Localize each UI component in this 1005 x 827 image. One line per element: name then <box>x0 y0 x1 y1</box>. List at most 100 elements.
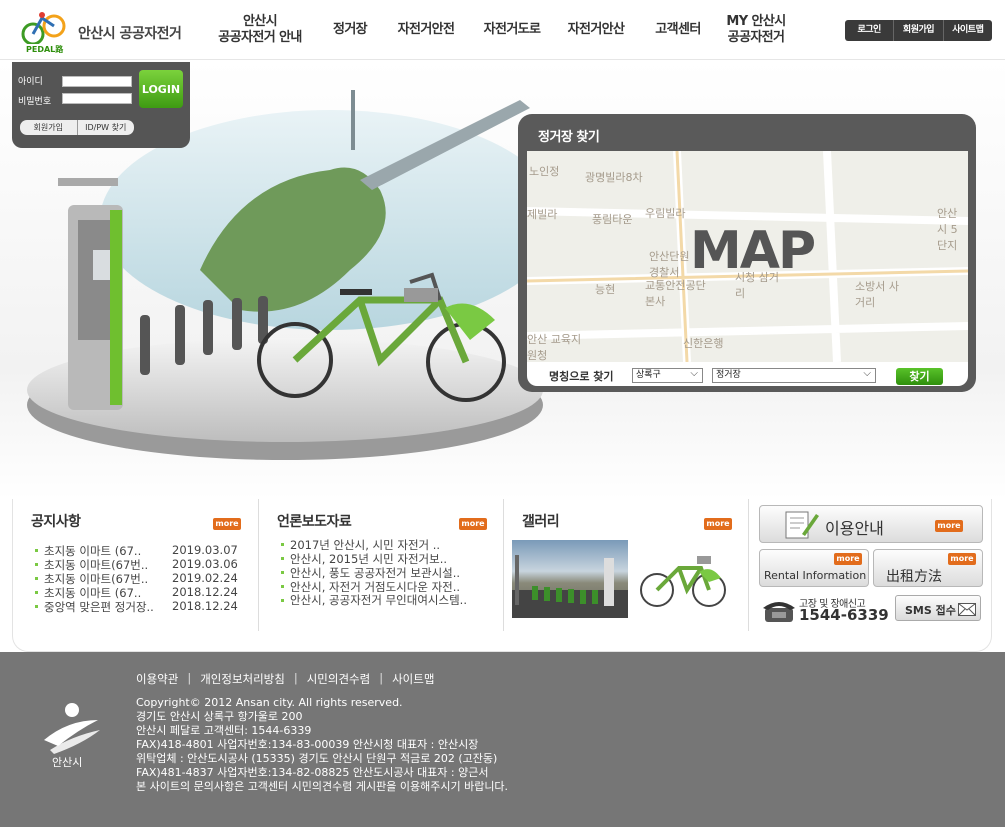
station-select[interactable]: 정거장 <box>712 367 876 383</box>
district-select[interactable]: 상록구 <box>632 367 703 383</box>
search-by-name-label: 명칭으로 찾기 <box>549 370 614 383</box>
sitemap-link[interactable]: 사이트맵 <box>392 671 434 687</box>
util-sitemap[interactable]: 사이트맵 <box>942 20 992 41</box>
list-item[interactable]: 중앙역 맞은편 정거장.. 2018.12.24 <box>35 599 238 614</box>
bicycle-photo-image <box>640 556 726 607</box>
notice-text: 초지동 이마트(67번.. <box>44 572 149 586</box>
notice-list: 초지동 이마트 (67.. 2019.03.07 초지동 이마트(67번.. 201… <box>35 543 238 614</box>
kiosk-stripe <box>110 210 122 405</box>
usage-guide-button[interactable]: 이용안내 more <box>759 505 983 543</box>
address-line: FAX)418-4801 사업자번호:134-83-00039 안산시청 대표자… <box>136 738 479 751</box>
feedback-link[interactable]: 시민의견수렴 <box>307 671 370 687</box>
notice-title: 공지사항 <box>31 514 81 530</box>
util-join[interactable]: 회원가입 <box>893 20 942 41</box>
document-icon <box>785 511 819 539</box>
list-item[interactable]: 2017년 안산시, 시민 자전거 .. <box>281 537 491 551</box>
address-line: FAX)481-4837 사업자번호:134-82-08825 안산도시공사 대… <box>136 766 489 779</box>
map-label: 안산 교육지원청 <box>527 333 582 362</box>
list-item[interactable]: 안산시, 자전거 거점도시다운 자전.. <box>281 579 491 593</box>
notice-text: 중앙역 맞은편 정거장.. <box>44 600 154 614</box>
map-label: 교통안전공단 본사 <box>645 279 706 308</box>
link-separator: | <box>187 671 192 685</box>
breakdown-hotline: 고장 및 장애신고 1544-6339 <box>762 595 892 625</box>
press-more-button[interactable]: more <box>459 518 487 530</box>
nav-safety[interactable]: 자전거안전 <box>394 0 458 60</box>
map-placeholder-text: MAP <box>690 221 816 281</box>
logo-mark-text: PEDAL路 <box>26 44 64 54</box>
rental-info-label: Rental Information <box>764 569 867 582</box>
address-line: 위탁업체 : 안산도시공사 (15335) 경기도 안산시 단원구 적금로 20… <box>136 752 498 765</box>
site-title[interactable]: 안산시 공공자전거 <box>78 23 182 43</box>
chinese-rental-more[interactable]: more <box>948 553 976 565</box>
gallery-board: 갤러리 more <box>503 499 748 631</box>
chinese-rental-label: 出租方法 <box>886 569 942 585</box>
rental-info-button[interactable]: more Rental Information <box>759 549 869 587</box>
map-label: 노인정 <box>529 165 560 178</box>
copyright-text: Copyright© 2012 Ansan city. All rights r… <box>136 696 403 709</box>
map-label: 안산시 5단지 <box>937 207 958 252</box>
notice-board: 공지사항 more 초지동 이마트 (67.. 2019.03.07 초지동 이마… <box>13 499 258 631</box>
list-item[interactable]: 안산시, 2015년 시민 자전거보.. <box>281 551 491 565</box>
nav-station[interactable]: 정거장 <box>322 0 378 60</box>
gallery-title: 갤러리 <box>522 514 560 530</box>
gallery-more-button[interactable]: more <box>704 518 732 530</box>
list-item[interactable]: 초지동 이마트 (67.. 2018.12.24 <box>35 585 238 600</box>
util-login[interactable]: 로그인 <box>845 20 893 41</box>
tower-shape <box>351 90 355 150</box>
id-input[interactable] <box>62 76 132 87</box>
notice-text: 초지동 이마트 (67.. <box>44 586 142 600</box>
nav-road[interactable]: 자전거도로 <box>480 0 544 60</box>
chinese-rental-button[interactable]: more 出租方法 <box>873 549 983 587</box>
password-input[interactable] <box>62 93 132 104</box>
pedal-logo[interactable]: PEDAL路 <box>20 6 72 56</box>
quick-menu: 이용안내 more more Rental Information more 出… <box>748 499 993 631</box>
find-button[interactable]: 찾기 <box>896 368 943 385</box>
station-map[interactable]: 노인정 광명빌라8차 제빌라 풍림타운 우림빌라 안산단원 경찰서 능현 교통안… <box>527 151 968 362</box>
list-item[interactable]: 안산시, 공공자전거 무인대여시스템.. <box>281 593 491 621</box>
site-footer: 이용약관 | 개인정보처리방침 | 시민의견수렴 | 사이트맵 안산시 Copy… <box>0 652 1005 827</box>
notice-date: 2018.12.24 <box>172 599 238 613</box>
nav-ansan[interactable]: 자전거안산 <box>564 0 628 60</box>
usage-guide-label: 이용안내 <box>825 519 884 538</box>
list-item[interactable]: 초지동 이마트 (67.. 2019.03.07 <box>35 543 238 558</box>
address-line: 경기도 안산시 상록구 항가울로 200 <box>136 710 303 723</box>
terms-link[interactable]: 이용약관 <box>136 671 178 687</box>
notice-date: 2019.03.06 <box>172 557 238 571</box>
find-id-pw-link[interactable]: ID/PW 찾기 <box>76 120 135 135</box>
address-line: 안산시 페달로 고객센터: 1544-6339 <box>136 724 312 737</box>
sms-button[interactable]: SMS 접수 <box>895 595 981 621</box>
gallery-photo-bicycle[interactable] <box>635 540 731 618</box>
login-button[interactable]: LOGIN <box>139 70 183 108</box>
gallery-photo-station[interactable] <box>512 540 628 618</box>
map-label: 풍림타운 <box>592 213 633 226</box>
rental-info-more[interactable]: more <box>834 553 862 565</box>
login-links: 회원가입 ID/PW 찾기 <box>20 120 134 135</box>
privacy-link[interactable]: 개인정보처리방침 <box>200 671 285 687</box>
notice-date: 2019.03.07 <box>172 543 238 557</box>
content-boards: 공지사항 more 초지동 이마트 (67.. 2019.03.07 초지동 이마… <box>12 499 992 652</box>
nav-bicycle-guide[interactable]: 안산시 공공자전거 안내 <box>210 0 310 60</box>
map-label: 신한은행 <box>683 337 724 350</box>
map-label: 소방서 사거리 <box>855 280 899 309</box>
notice-text: 초지동 이마트(67번.. <box>44 558 149 572</box>
map-label: 능현 <box>595 283 616 296</box>
join-link[interactable]: 회원가입 <box>20 120 77 135</box>
usage-guide-more[interactable]: more <box>935 520 963 532</box>
list-item[interactable]: 초지동 이마트(67번.. 2019.03.06 <box>35 557 238 572</box>
link-separator: | <box>379 671 384 685</box>
phone-icon <box>763 602 795 622</box>
nav-customer-center[interactable]: 고객센터 <box>650 0 706 60</box>
notice-more-button[interactable]: more <box>213 518 241 530</box>
notice-text: 초지동 이마트 (67.. <box>44 544 142 558</box>
ansan-city-logo: 안산시 <box>44 703 100 769</box>
id-label: 아이디 <box>18 77 43 87</box>
site-header: PEDAL路 안산시 공공자전거 안산시 공공자전거 안내 정거장 자전거안전 … <box>0 0 1005 60</box>
kiosk-camera-arm <box>58 178 118 186</box>
list-item[interactable]: 초지동 이마트(67번.. 2019.02.24 <box>35 571 238 586</box>
station-finder: 정거장 찾기 노인정 광명빌라8차 제빌라 풍림타운 우림빌라 안산단원 경찰서… <box>518 114 976 392</box>
station-photo-image <box>512 555 628 618</box>
notice-date: 2019.02.24 <box>172 571 238 585</box>
nav-my-page[interactable]: MY 안산시 공공자전거 <box>720 0 792 60</box>
list-item[interactable]: 안산시, 풍도 공공자전거 보관시설.. <box>281 565 491 579</box>
utility-menu: 로그인 회원가입 사이트맵 <box>845 20 992 41</box>
